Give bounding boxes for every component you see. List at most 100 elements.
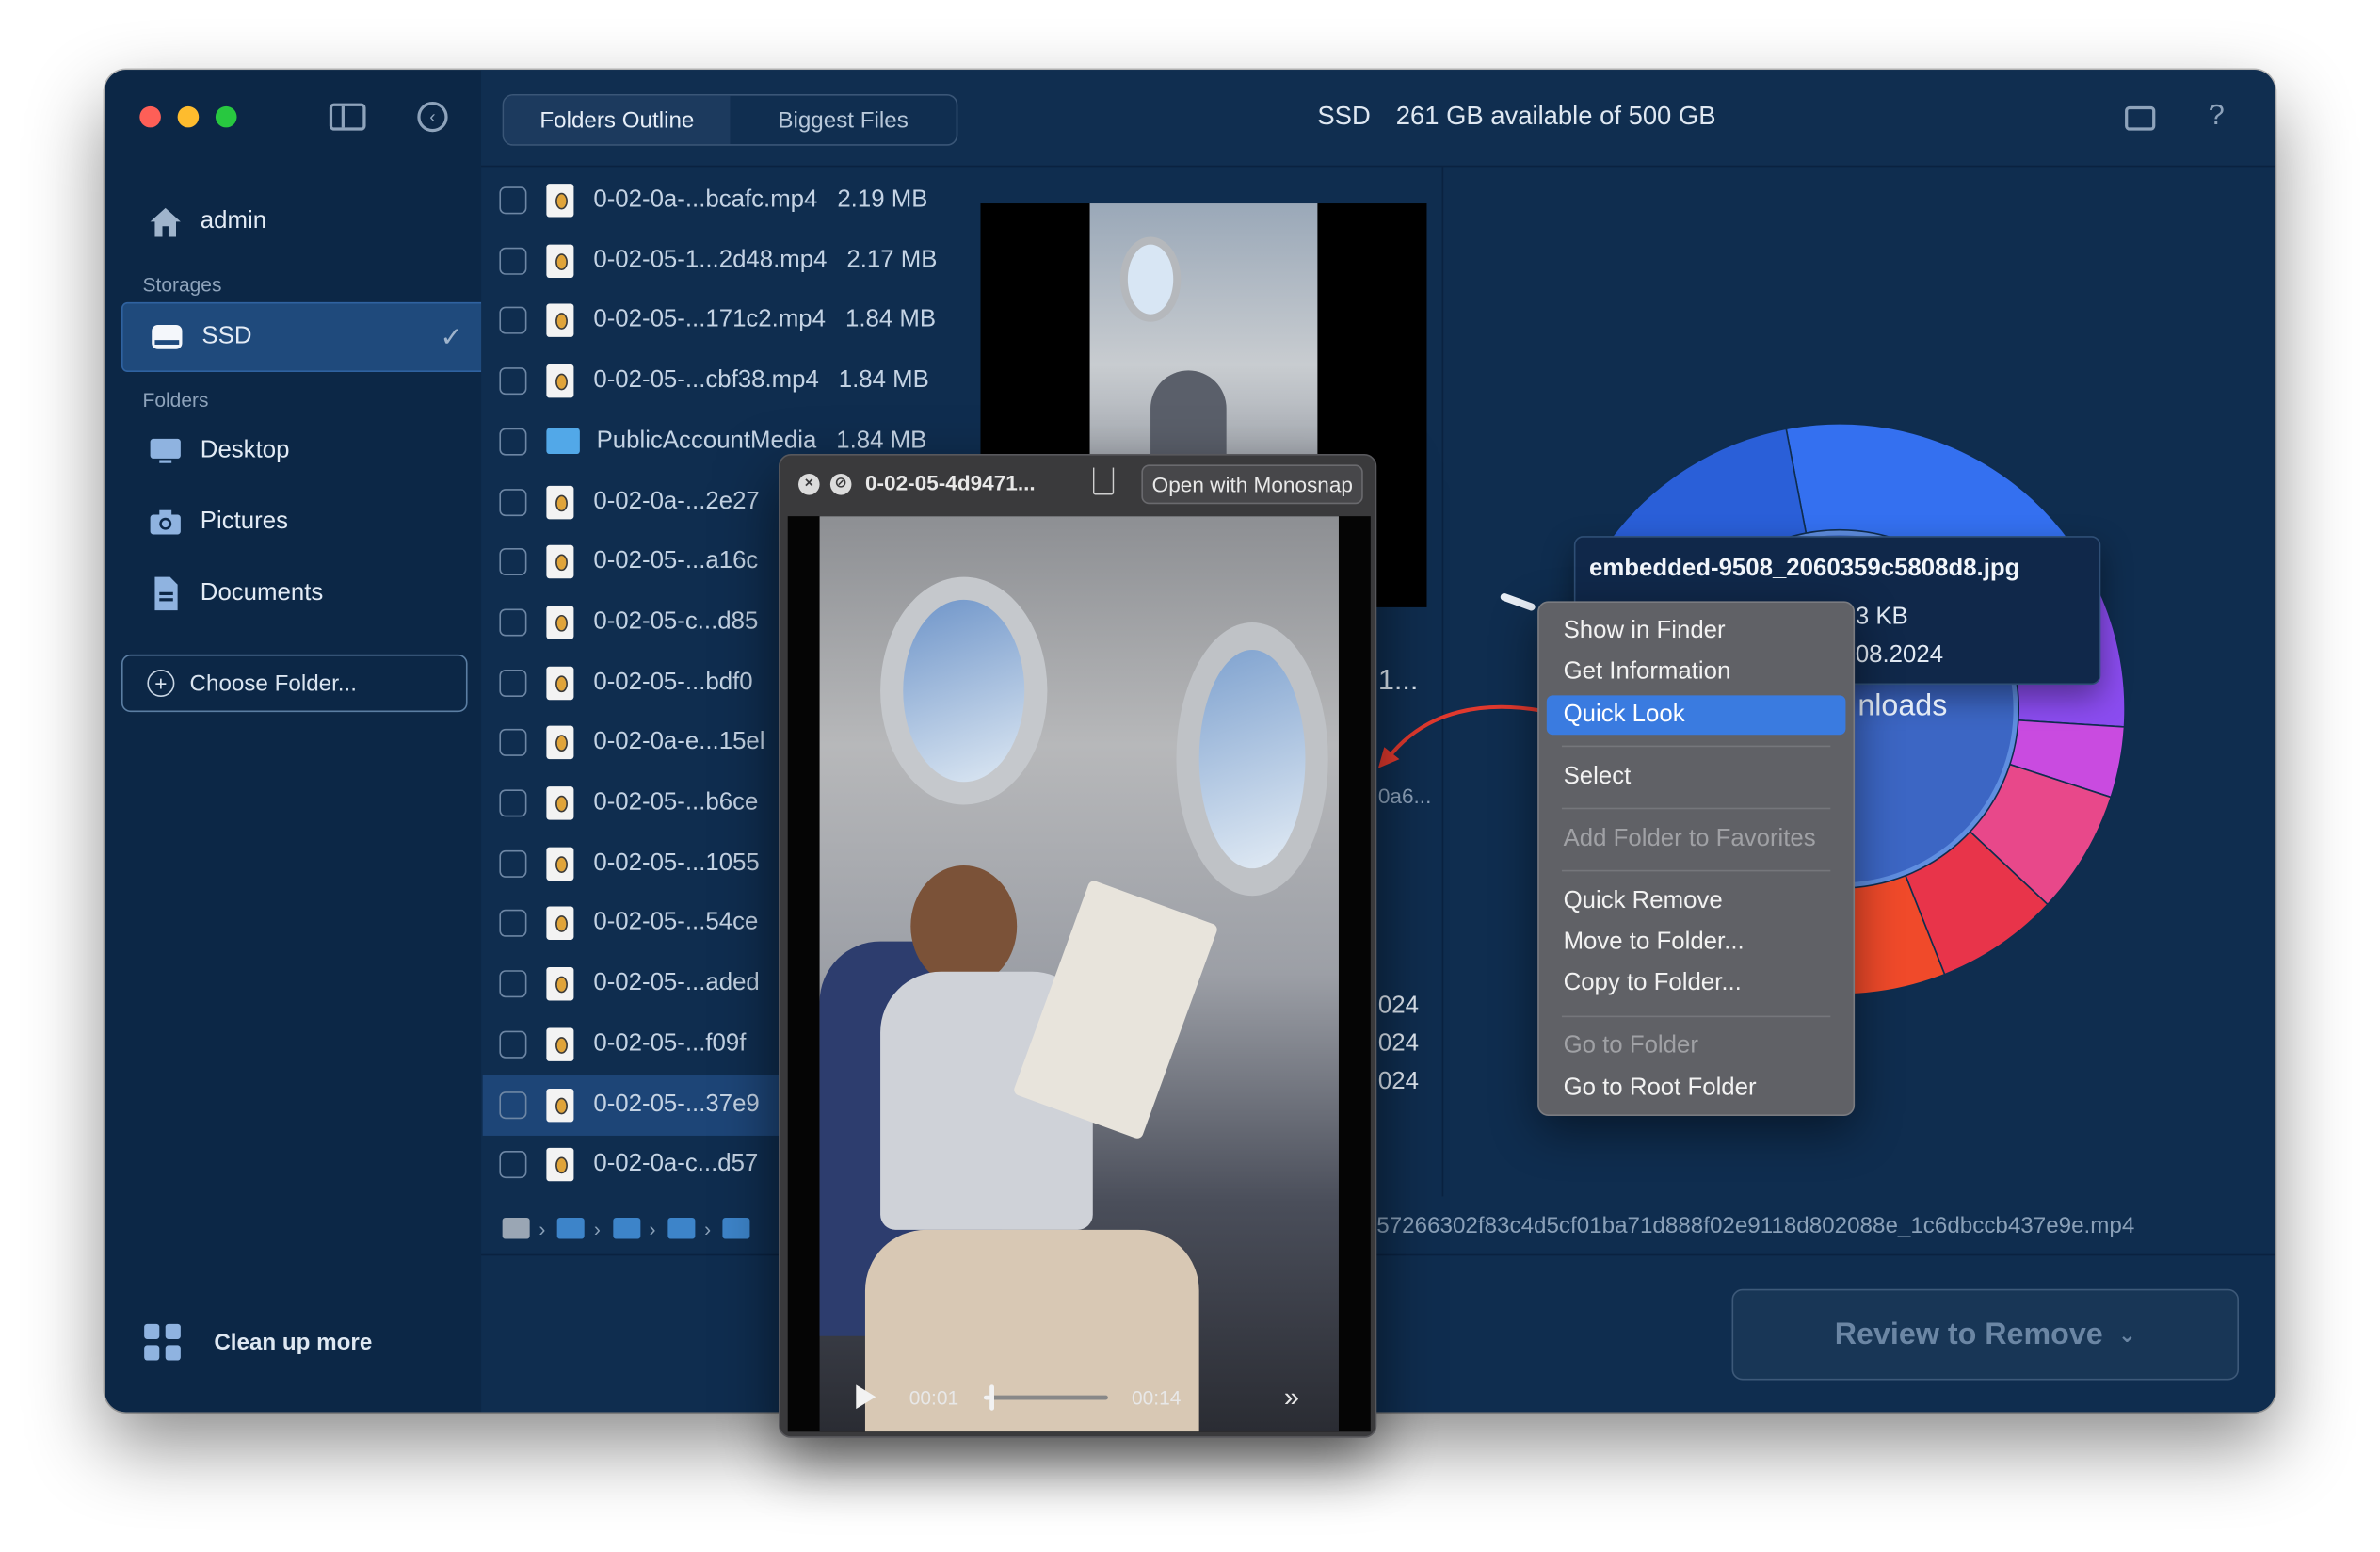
annotation-arrow-icon: [1377, 704, 1541, 768]
video-file-icon: [546, 364, 574, 398]
menu-item-copy-to-folder[interactable]: Copy to Folder...: [1547, 964, 1846, 1004]
sidebar-item-home[interactable]: admin: [121, 188, 483, 255]
menu-item-go-to-root-folder[interactable]: Go to Root Folder: [1547, 1068, 1846, 1107]
file-checkbox[interactable]: [499, 1030, 527, 1059]
file-row[interactable]: 0-02-05-...171c2.mp4 1.84 MB: [483, 291, 962, 351]
fullscreen-icon[interactable]: ⊘: [829, 474, 852, 495]
menu-item-quick-remove[interactable]: Quick Remove: [1547, 881, 1846, 921]
file-name: 0-02-05-...b6ce: [593, 789, 759, 816]
disk-space: 261 GB available of 500 GB: [1395, 102, 1716, 131]
file-name: 0-02-05-...cbf38.mp4: [593, 367, 819, 394]
file-name: 0-02-0a-c...d57: [593, 1151, 759, 1177]
file-row[interactable]: 0-02-05-...cbf38.mp4 1.84 MB: [483, 351, 962, 412]
file-checkbox[interactable]: [499, 608, 527, 637]
file-checkbox[interactable]: [499, 548, 527, 576]
video-player[interactable]: 00:01 00:14 »: [787, 516, 1371, 1432]
video-frame: [819, 516, 1339, 1432]
share-icon[interactable]: [1092, 467, 1115, 495]
video-file-icon: [546, 606, 574, 639]
video-file-icon: [546, 485, 574, 519]
video-file-icon: [546, 184, 574, 218]
tab-folders-outline[interactable]: Folders Outline: [504, 95, 731, 145]
file-checkbox[interactable]: [499, 849, 527, 878]
tab-biggest-files[interactable]: Biggest Files: [730, 96, 956, 145]
view-segmented-control: Folders Outline Biggest Files: [502, 93, 958, 146]
review-to-remove-button[interactable]: Review to Remove ⌄: [1731, 1288, 2239, 1381]
path-filename: 57266302f83c4d5cf01ba71d888f02e9118d8020…: [1376, 1213, 2135, 1239]
sidebar-item-documents[interactable]: Documents: [121, 560, 483, 627]
file-checkbox[interactable]: [499, 669, 527, 697]
choose-folder-button[interactable]: + Choose Folder...: [121, 654, 468, 713]
sidebar-item-label: Pictures: [200, 509, 288, 535]
back-icon[interactable]: ‹: [417, 102, 448, 133]
sidebar-item-pictures[interactable]: Pictures: [121, 489, 483, 556]
file-checkbox[interactable]: [499, 1091, 527, 1119]
menu-item-show-in-finder[interactable]: Show in Finder: [1547, 612, 1846, 652]
file-checkbox[interactable]: [499, 488, 527, 516]
menu-item-go-to-folder: Go to Folder: [1563, 1032, 1698, 1059]
file-name: PublicAccountMedia: [596, 428, 817, 454]
file-checkbox[interactable]: [499, 729, 527, 757]
file-checkbox[interactable]: [499, 910, 527, 938]
footer-divider: [481, 1253, 2275, 1256]
play-icon[interactable]: [856, 1384, 876, 1410]
sidebar-item-label: Documents: [200, 579, 324, 606]
quicklook-title: 0-02-05-4d9471...: [864, 470, 1036, 495]
scrubber-handle[interactable]: [989, 1383, 995, 1410]
file-row[interactable]: 0-02-05-1...2d48.mp4 2.17 MB: [483, 231, 962, 291]
file-checkbox[interactable]: [499, 1151, 527, 1179]
disk-icon[interactable]: [502, 1217, 530, 1239]
file-row[interactable]: 0-02-0a-...bcafc.mp4 2.19 MB: [483, 170, 962, 231]
minimize-window-button[interactable]: [177, 105, 200, 128]
quicklook-window: × ⊘ 0-02-05-4d9471... Open with Monosnap: [779, 454, 1377, 1438]
file-checkbox[interactable]: [499, 307, 527, 335]
camera-icon: [146, 503, 185, 542]
help-icon[interactable]: ?: [2209, 100, 2225, 133]
home-icon: [146, 202, 185, 241]
video-file-icon: [546, 907, 574, 941]
file-checkbox[interactable]: [499, 186, 527, 215]
path-breadcrumb: › › › › 57266302f83c4d5cf01ba71d888f02e9…: [502, 1205, 2263, 1251]
folder-icon[interactable]: [557, 1217, 586, 1239]
details-date: 024: [1377, 1030, 1419, 1058]
open-with-monosnap-button[interactable]: Open with Monosnap: [1141, 464, 1364, 505]
menu-separator: [1561, 1015, 1831, 1017]
menu-item-select[interactable]: Select: [1547, 757, 1846, 797]
sidebar: ‹ admin Storages SSD ✓ Folders Desktop P…: [105, 70, 483, 1413]
clean-up-more-button[interactable]: Clean up more: [144, 1323, 372, 1361]
fast-forward-icon[interactable]: »: [1284, 1381, 1299, 1413]
file-name: 0-02-05-...54ce: [593, 910, 759, 936]
folder-icon[interactable]: [612, 1217, 640, 1239]
file-checkbox[interactable]: [499, 247, 527, 275]
file-checkbox[interactable]: [499, 367, 527, 396]
video-file-icon: [546, 244, 574, 278]
zoom-window-button[interactable]: [215, 105, 237, 128]
folders-heading: Folders: [142, 388, 209, 412]
folder-icon[interactable]: [723, 1217, 751, 1239]
file-checkbox[interactable]: [499, 970, 527, 998]
file-name: 0-02-05-...37e9: [593, 1091, 760, 1117]
video-controls: 00:01 00:14 »: [841, 1366, 1314, 1427]
sidebar-item-desktop[interactable]: Desktop: [121, 417, 483, 484]
file-checkbox[interactable]: [499, 789, 527, 817]
video-scrubber[interactable]: [982, 1383, 1108, 1410]
total-time: 00:14: [1131, 1385, 1182, 1409]
sidebar-user-label: admin: [200, 207, 267, 234]
menu-item-quick-look[interactable]: Quick Look: [1546, 695, 1846, 735]
close-window-button[interactable]: [139, 105, 161, 128]
current-time: 00:01: [909, 1385, 959, 1409]
menu-item-add-folder-to-favorites: Add Folder to Favorites: [1563, 825, 1816, 851]
tooltip-filename: embedded-9508_2060359c5808d8.jpg: [1588, 556, 2020, 582]
file-checkbox[interactable]: [499, 428, 527, 456]
sidebar-item-ssd[interactable]: SSD ✓: [121, 301, 483, 372]
feedback-icon[interactable]: [2125, 105, 2156, 131]
menu-item-move-to-folder[interactable]: Move to Folder...: [1547, 923, 1846, 962]
close-icon[interactable]: ×: [798, 474, 820, 495]
menu-item-get-information[interactable]: Get Information: [1547, 654, 1846, 693]
folder-icon[interactable]: [667, 1217, 696, 1239]
sidebar-item-label: Desktop: [200, 437, 290, 463]
sidebar-toggle-icon[interactable]: [329, 103, 366, 131]
file-name: 0-02-05-...bdf0: [593, 669, 753, 695]
chart-center-label: nloads: [1857, 688, 1948, 723]
file-name: 0-02-05-1...2d48.mp4: [593, 247, 828, 273]
